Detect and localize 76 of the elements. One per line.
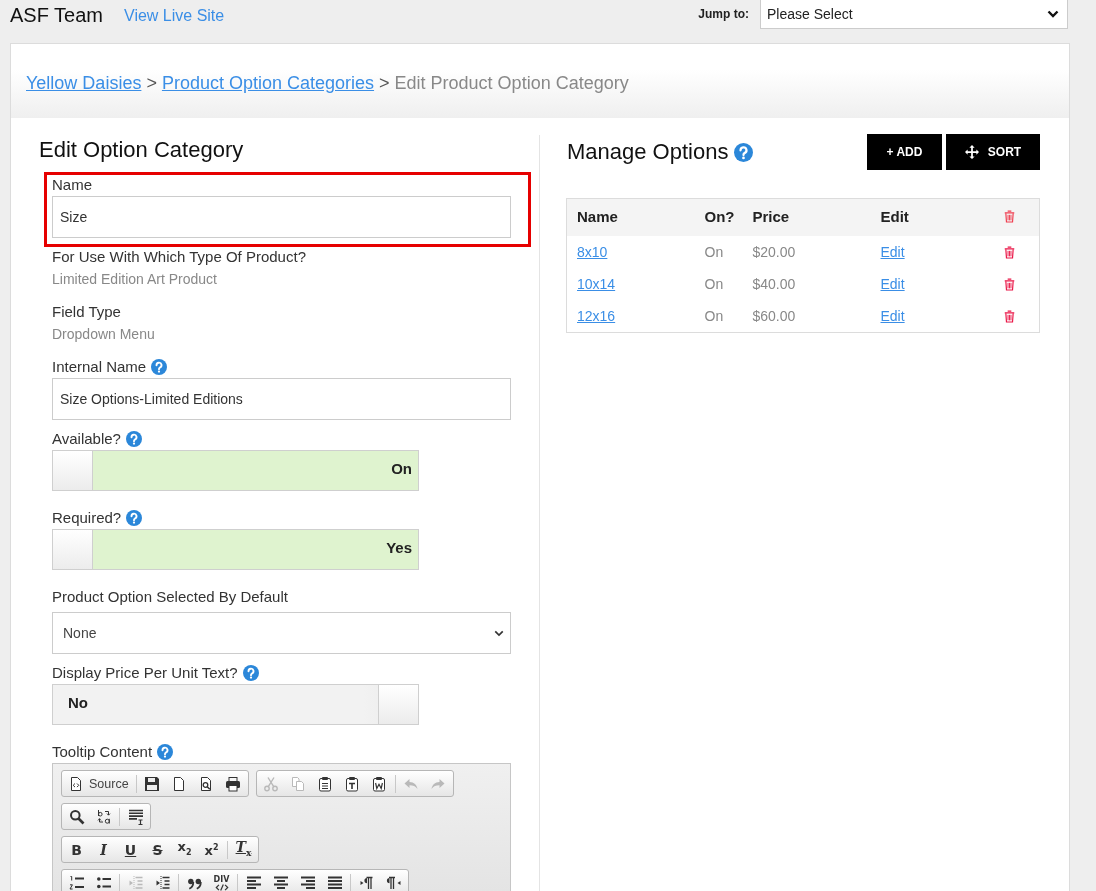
toggle-switch[interactable]: Yes (52, 529, 419, 570)
brand-title: ASF Team (10, 3, 103, 28)
field-label: Required? (52, 508, 122, 528)
source-button[interactable]: Source (63, 772, 134, 795)
code-brackets-icon (214, 883, 229, 891)
column-header: On? (704, 208, 735, 225)
clipboard-t-icon (344, 775, 361, 792)
pilcrow-right-arrow-icon (358, 874, 375, 891)
chevron-down-icon (494, 629, 504, 637)
column-header: Price (752, 208, 790, 225)
code-page-icon (68, 775, 84, 792)
strikethrough-button[interactable]: S (144, 838, 171, 861)
add-button[interactable]: + ADD (867, 134, 942, 170)
sort-button[interactable]: SORT (946, 134, 1040, 170)
price-text: $60.00 (752, 308, 796, 324)
jump-label: Jump to: (698, 6, 749, 23)
price-text: $20.00 (752, 244, 796, 260)
status-text: On (704, 276, 724, 292)
move-arrows-icon (964, 145, 979, 159)
chevron-down-icon (1047, 10, 1059, 18)
superscript-button[interactable]: x$^{2}$ (198, 838, 225, 861)
trash-icon[interactable] (1003, 245, 1015, 259)
copy-icon (290, 775, 307, 792)
field-label: Tooltip Content (52, 742, 153, 762)
numbered-list-icon (68, 874, 85, 891)
jump-select[interactable]: Please Select (760, 0, 1068, 29)
form-heading: Edit Option Category (39, 136, 244, 164)
status-text: On (704, 308, 724, 324)
field-label: Field Type (52, 302, 121, 322)
price-text: $40.00 (752, 276, 796, 292)
option-name-link[interactable]: 8x10 (577, 244, 608, 260)
field-label: For Use With Which Type Of Product? (52, 247, 306, 267)
field-label: Internal Name (52, 357, 147, 377)
column-header: Name (577, 208, 618, 225)
field-value: Dropdown Menu (52, 325, 155, 344)
italic-button[interactable]: I (90, 838, 117, 861)
breadcrumb-current: Edit Product Option Category (394, 72, 629, 94)
breadcrumb-separator: > (146, 72, 157, 94)
field-label: Name (52, 175, 92, 195)
option-name-link[interactable]: 10x14 (577, 276, 616, 292)
scissors-icon (263, 775, 280, 792)
text-input[interactable]: Size Options-Limited Editions (52, 378, 511, 420)
align-right-icon (299, 874, 316, 891)
pilcrow-left-arrow-icon (385, 874, 402, 891)
remove-format-button[interactable]: T$_{x}$ (230, 838, 257, 861)
align-center-icon (272, 874, 289, 891)
replace-icon (95, 808, 112, 825)
align-justify-icon (326, 874, 343, 891)
text-lines-cursor-icon (127, 808, 144, 825)
toggle-switch[interactable]: On (52, 450, 419, 491)
column-header: Edit (880, 208, 909, 225)
search-icon (68, 808, 85, 825)
trash-icon[interactable] (1003, 309, 1015, 323)
printer-icon (225, 775, 242, 792)
breadcrumb-separator: > (379, 72, 390, 94)
underline-button[interactable]: U (117, 838, 144, 861)
status-text: On (704, 244, 724, 260)
clipboard-w-icon (371, 775, 388, 792)
align-left-icon (245, 874, 262, 891)
clipboard-icon (317, 775, 334, 792)
select-field[interactable]: None (52, 612, 511, 654)
toggle-switch[interactable]: No (52, 684, 419, 725)
trash-icon[interactable] (1003, 277, 1015, 291)
subscript-button[interactable]: x$_{2}$ (171, 838, 198, 861)
option-name-link[interactable]: 12x16 (577, 308, 616, 324)
field-value: Limited Edition Art Product (52, 270, 217, 289)
bold-button[interactable]: B (63, 838, 90, 861)
text-input[interactable]: Size (52, 196, 511, 238)
bulleted-list-icon (95, 874, 112, 891)
indent-icon (154, 874, 171, 891)
trash-icon[interactable] (1003, 210, 1015, 223)
field-label: Available? (52, 429, 121, 449)
field-label: Display Price Per Unit Text? (52, 663, 238, 683)
field-label: Product Option Selected By Default (52, 587, 288, 607)
section-heading: Manage Options (567, 138, 729, 166)
create-div-button[interactable]: DIV (208, 871, 235, 891)
